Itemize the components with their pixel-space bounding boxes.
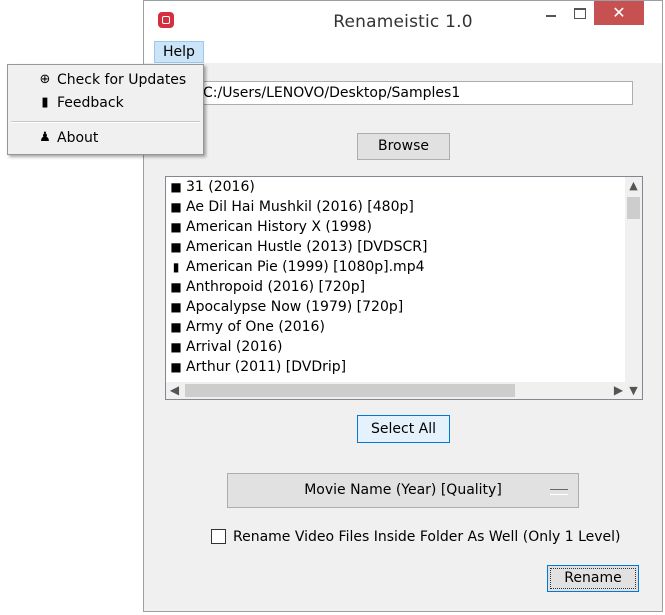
file-icon: ▮ (172, 260, 180, 274)
browse-button[interactable]: Browse (357, 133, 450, 160)
path-input[interactable] (198, 81, 633, 105)
list-item-label: 31 (2016) (186, 179, 255, 195)
select-all-button[interactable]: Select All (357, 415, 450, 443)
list-item[interactable]: ■ Arthur (2011) [DVDrip] (169, 357, 346, 377)
format-dropdown-value: Movie Name (Year) [Quality] (304, 482, 502, 498)
horizontal-scrollbar[interactable]: ◀ ▶ (166, 382, 627, 399)
scroll-down-icon[interactable]: ▼ (625, 382, 642, 399)
folder-icon: ■ (170, 340, 182, 354)
list-item-label: Arthur (2011) [DVDrip] (186, 359, 347, 375)
file-list[interactable]: ■ 31 (2016) ■ Ae Dil Hai Mushkil (2016) [4… (165, 176, 643, 400)
user-icon: ♟ (39, 130, 51, 145)
scroll-up-icon[interactable]: ▲ (625, 177, 642, 194)
vertical-scrollbar[interactable]: ▲ (625, 177, 642, 383)
menu-item-label: Check for Updates (57, 72, 187, 88)
list-item[interactable]: ■ Army of One (2016) (169, 317, 325, 337)
folder-icon: ■ (170, 320, 182, 334)
list-item[interactable]: ■ American History X (1998) (169, 217, 372, 237)
help-dropdown-menu: ⊕ Check for Updates ▮ Feedback ♟ About (7, 64, 204, 155)
close-icon: ✕ (612, 3, 626, 22)
list-item-label: American History X (1998) (186, 219, 372, 235)
list-item[interactable]: ■ Arrival (2016) (169, 337, 283, 357)
list-item[interactable]: ■ Anthropoid (2016) [720p] (169, 277, 365, 297)
list-item-label: Ae Dil Hai Mushkil (2016) [480p] (186, 199, 414, 215)
maximize-button[interactable] (565, 1, 595, 25)
vertical-scroll-thumb[interactable] (627, 197, 640, 219)
globe-icon: ⊕ (39, 72, 51, 87)
list-item[interactable]: ■ Apocalypse Now (1979) [720p] (169, 297, 403, 317)
folder-icon: ■ (170, 280, 182, 294)
menu-separator (11, 121, 200, 123)
scroll-left-icon[interactable]: ◀ (166, 382, 183, 399)
list-item[interactable]: ▮ American Pie (1999) [1080p].mp4 (169, 257, 425, 277)
folder-icon: ■ (170, 180, 182, 194)
list-item-label: American Pie (1999) [1080p].mp4 (186, 259, 425, 275)
list-item-label: Arrival (2016) (186, 339, 283, 355)
list-item-label: Anthropoid (2016) [720p] (186, 279, 366, 295)
main-window: Renameistic 1.0 ✕ Help Browse ■ 31 (2016)… (143, 0, 663, 612)
checkbox-label: Rename Video Files Inside Folder As Well… (233, 529, 621, 545)
menu-item-check-for-updates[interactable]: ⊕ Check for Updates (9, 69, 202, 91)
folder-icon: ■ (170, 220, 182, 234)
folder-icon: ■ (170, 200, 182, 214)
list-item-label: Apocalypse Now (1979) [720p] (186, 299, 404, 315)
folder-icon: ■ (170, 300, 182, 314)
minimize-icon (546, 15, 556, 17)
menu-bar: Help (144, 41, 662, 63)
dropdown-indicator-icon (550, 489, 568, 495)
bookmark-icon: ▮ (41, 95, 49, 110)
list-item[interactable]: ■ 31 (2016) (169, 177, 255, 197)
menu-help[interactable]: Help (154, 41, 204, 63)
close-button[interactable]: ✕ (594, 1, 644, 25)
folder-icon: ■ (170, 240, 182, 254)
list-item-label: Army of One (2016) (186, 319, 325, 335)
menu-item-label: About (57, 130, 99, 146)
menu-item-feedback[interactable]: ▮ Feedback (9, 92, 202, 114)
horizontal-scroll-thumb[interactable] (185, 384, 515, 397)
format-dropdown[interactable]: Movie Name (Year) [Quality] (227, 473, 579, 508)
title-bar[interactable]: Renameistic 1.0 ✕ (144, 1, 662, 41)
list-item-label: American Hustle (2013) [DVDSCR] (186, 239, 428, 255)
list-item[interactable]: ■ American Hustle (2013) [DVDSCR] (169, 237, 427, 257)
rename-button[interactable]: Rename (547, 565, 639, 592)
menu-item-about[interactable]: ♟ About (9, 127, 202, 149)
folder-icon: ■ (170, 360, 182, 374)
maximize-icon (574, 7, 586, 19)
menu-item-label: Feedback (57, 95, 124, 111)
minimize-button[interactable] (536, 1, 566, 25)
list-item[interactable]: ■ Ae Dil Hai Mushkil (2016) [480p] (169, 197, 414, 217)
rename-inside-folder-checkbox[interactable] (211, 529, 226, 544)
